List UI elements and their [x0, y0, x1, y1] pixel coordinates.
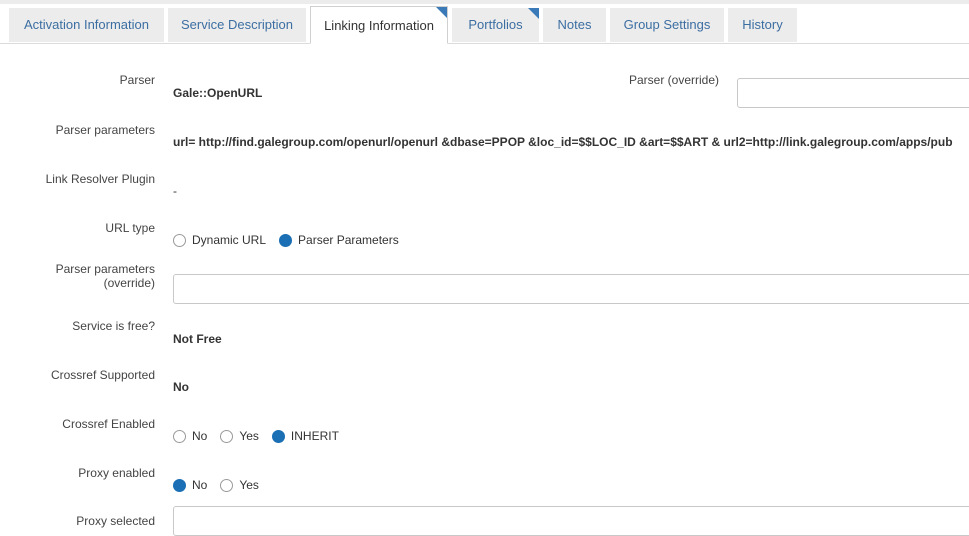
radio-label: No: [192, 478, 208, 492]
parser-parameters-label: Parser parameters: [55, 123, 155, 137]
url-type-radio-group: Dynamic URL Parser Parameters: [173, 232, 412, 248]
radio-checked-icon: [173, 478, 186, 492]
crossref-enabled-no-radio[interactable]: No: [173, 429, 207, 443]
parser-parameters-value: url= http://find.galegroup.com/openurl/o…: [173, 135, 953, 149]
parser-override-input[interactable]: [737, 78, 969, 108]
radio-checked-icon: [271, 429, 285, 443]
radio-label: No: [192, 429, 208, 443]
flag-corner-icon: [528, 8, 539, 19]
tab-label: Activation Information: [23, 17, 149, 32]
parser-override-label: Parser (override): [628, 73, 719, 87]
radio-label: Yes: [239, 478, 259, 492]
crossref-supported-label: Crossref Supported: [50, 368, 155, 382]
proxy-selected-input[interactable]: [173, 506, 969, 536]
link-resolver-plugin-label: Link Resolver Plugin: [45, 172, 155, 186]
tab-group-settings[interactable]: Group Settings: [610, 8, 724, 42]
tab-label: Notes: [557, 17, 592, 32]
tab-label: History: [742, 17, 783, 32]
proxy-enabled-radio-group: No Yes: [173, 477, 272, 493]
tab-linking-information[interactable]: Linking Information: [310, 6, 448, 44]
crossref-enabled-inherit-radio[interactable]: INHERIT: [271, 429, 339, 443]
url-type-dynamic-url-radio[interactable]: Dynamic URL: [173, 233, 266, 247]
url-type-label: URL type: [105, 221, 155, 235]
radio-unchecked-icon: [173, 429, 186, 443]
label-line: Parser parameters: [55, 262, 155, 276]
radio-unchecked-icon: [173, 233, 186, 247]
tab-label: Group Settings: [623, 17, 711, 32]
tab-portfolios[interactable]: Portfolios: [452, 8, 539, 42]
proxy-enabled-no-radio[interactable]: No: [173, 478, 207, 492]
radio-unchecked-icon: [220, 478, 234, 492]
service-is-free-label: Service is free?: [72, 319, 155, 333]
tab-notes[interactable]: Notes: [543, 8, 606, 42]
parser-parameters-override-label: Parser parameters (override): [0, 262, 155, 290]
service-is-free-value: Not Free: [173, 332, 222, 346]
flag-corner-icon: [436, 7, 447, 18]
radio-checked-icon: [279, 233, 293, 247]
label-line: (override): [103, 276, 155, 290]
crossref-enabled-label: Crossref Enabled: [62, 417, 155, 431]
tab-history[interactable]: History: [728, 8, 797, 42]
radio-label: Parser Parameters: [298, 233, 399, 247]
proxy-selected-label: Proxy selected: [76, 514, 155, 528]
proxy-enabled-label: Proxy enabled: [78, 466, 155, 480]
crossref-supported-value: No: [173, 380, 189, 394]
radio-label: INHERIT: [290, 429, 339, 443]
parser-value: Gale::OpenURL: [173, 86, 263, 100]
radio-label: Yes: [239, 429, 259, 443]
crossref-enabled-radio-group: No Yes INHERIT: [173, 428, 352, 444]
radio-unchecked-icon: [220, 429, 234, 443]
tab-label: Service Description: [181, 17, 293, 32]
tab-bar: Activation Information Service Descripti…: [0, 4, 969, 44]
parser-parameters-override-input[interactable]: [173, 274, 969, 304]
proxy-enabled-yes-radio[interactable]: Yes: [220, 478, 259, 492]
tab-label: Linking Information: [324, 18, 434, 33]
tab-service-description[interactable]: Service Description: [168, 8, 306, 42]
tab-label: Portfolios: [468, 17, 523, 32]
radio-label: Dynamic URL: [192, 233, 267, 247]
parser-label: Parser: [119, 73, 155, 87]
url-type-parser-parameters-radio[interactable]: Parser Parameters: [279, 233, 399, 247]
tab-activation-information[interactable]: Activation Information: [9, 8, 164, 42]
crossref-enabled-yes-radio[interactable]: Yes: [220, 429, 259, 443]
link-resolver-plugin-value: -: [173, 184, 177, 198]
